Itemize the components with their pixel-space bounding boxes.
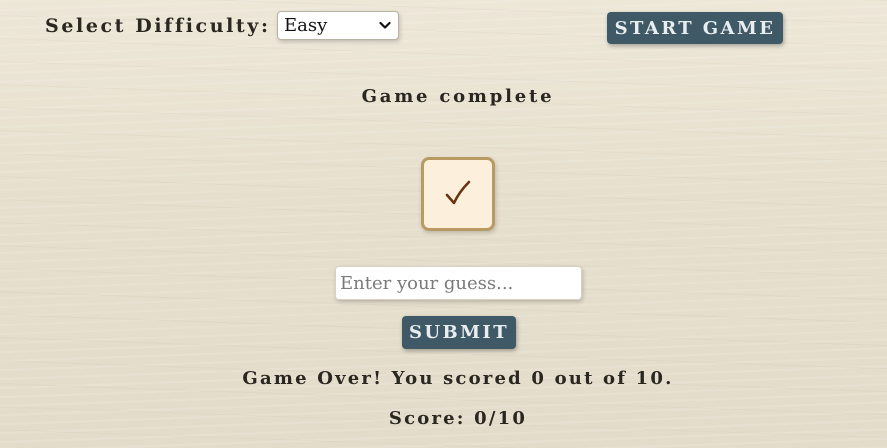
difficulty-label: Select Difficulty: [45, 15, 271, 37]
game-status: Game complete [361, 86, 555, 107]
score-display: Score: 0/10 [388, 408, 528, 429]
submit-button[interactable]: SUBMIT [402, 316, 516, 349]
result-message: Game Over! You scored 0 out of 10. [242, 368, 674, 389]
difficulty-select[interactable]: Easy [277, 11, 399, 40]
guess-input[interactable] [335, 266, 582, 300]
start-game-button[interactable]: START GAME [607, 12, 783, 44]
letter-tile [421, 157, 495, 231]
chevron-down-icon [379, 21, 391, 29]
difficulty-selected-value: Easy [284, 15, 328, 36]
checkmark-icon [445, 180, 471, 205]
